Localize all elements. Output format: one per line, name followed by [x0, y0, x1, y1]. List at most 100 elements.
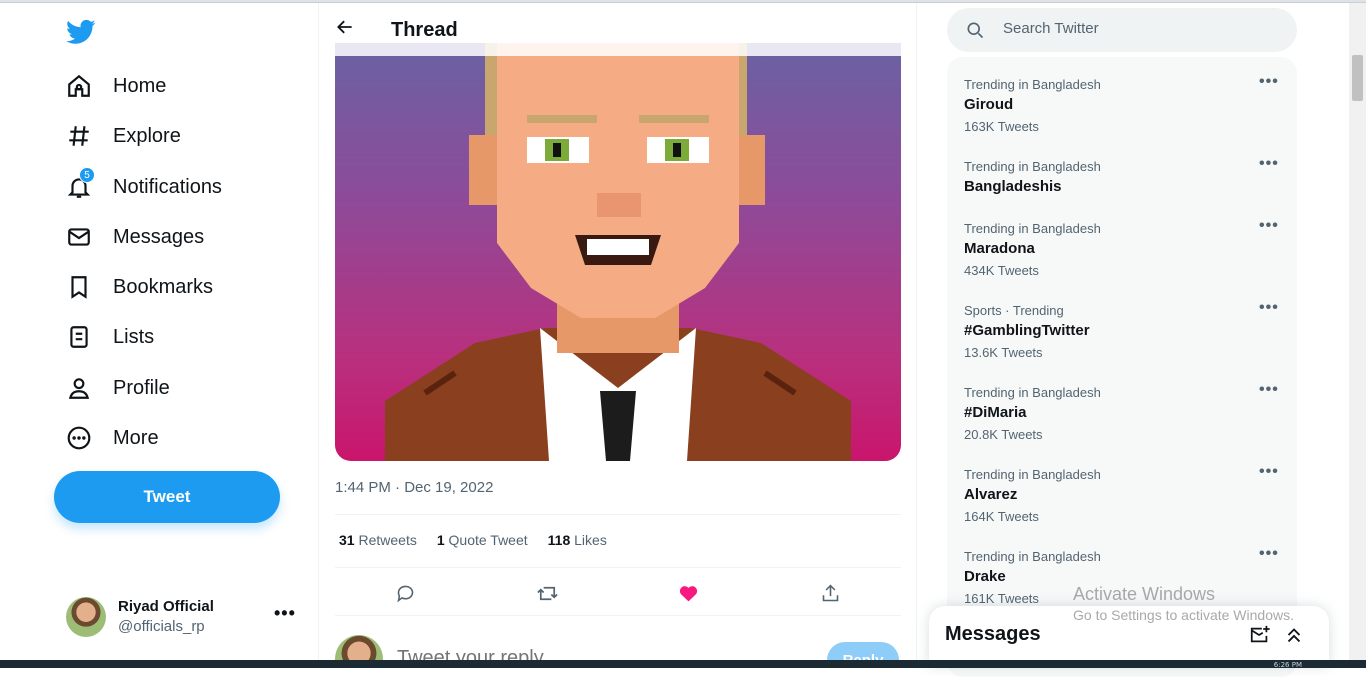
- divider: [335, 567, 901, 568]
- nav-more[interactable]: More: [64, 416, 159, 460]
- nav-profile[interactable]: Profile: [64, 366, 170, 410]
- tweet-button[interactable]: Tweet: [54, 471, 280, 523]
- trend-count: 20.8K Tweets: [964, 427, 1043, 442]
- nav-messages[interactable]: Messages: [64, 215, 204, 259]
- envelope-icon: [64, 222, 94, 252]
- trend-context: Trending in Bangladesh: [964, 385, 1101, 400]
- share-icon[interactable]: [812, 575, 848, 611]
- divider: [335, 514, 901, 515]
- person-icon: [64, 373, 94, 403]
- account-name: Riyad Official: [118, 598, 214, 615]
- list-icon: [64, 322, 94, 352]
- nav-label: More: [113, 426, 159, 449]
- twitter-bird-icon[interactable]: [66, 17, 96, 47]
- likes-stat[interactable]: 118 Likes: [548, 532, 607, 548]
- reply-button[interactable]: Reply: [827, 642, 899, 660]
- nav-label: Home: [113, 74, 167, 97]
- trend-name: #GamblingTwitter: [964, 322, 1090, 339]
- avatar: [335, 635, 383, 660]
- more-dots-icon[interactable]: •••: [1259, 545, 1279, 563]
- nav-label: Notifications: [113, 175, 222, 198]
- main-column: Thread 1:44 PM · Dec 19, 2022 31 Retweet…: [318, 3, 917, 660]
- pixel-art-portrait: [385, 43, 851, 461]
- more-dots-icon[interactable]: •••: [1259, 463, 1279, 481]
- reply-icon[interactable]: [388, 575, 424, 611]
- trend-name: Drake: [964, 568, 1006, 585]
- reply-input[interactable]: [397, 647, 797, 660]
- trend-context: Trending in Bangladesh: [964, 77, 1101, 92]
- page-title: Thread: [391, 19, 458, 41]
- page-scrollbar[interactable]: [1349, 3, 1366, 660]
- trend-name: Alvarez: [964, 486, 1018, 503]
- trend-item[interactable]: Trending in Bangladesh Giroud 163K Tweet…: [947, 65, 1297, 147]
- back-arrow-icon[interactable]: [335, 17, 359, 41]
- trend-count: 163K Tweets: [964, 119, 1039, 134]
- tweet-timestamp[interactable]: 1:44 PM · Dec 19, 2022: [335, 479, 493, 496]
- nav-label: Messages: [113, 225, 205, 248]
- more-dots-icon[interactable]: •••: [1259, 381, 1279, 399]
- notification-count-badge: 5: [79, 167, 95, 183]
- new-message-icon[interactable]: [1249, 624, 1271, 646]
- trend-name: Giroud: [964, 96, 1014, 113]
- more-dots-icon[interactable]: •••: [274, 603, 296, 624]
- trend-count: 161K Tweets: [964, 591, 1039, 606]
- avatar: [66, 597, 106, 637]
- messages-drawer-title: Messages: [945, 623, 1041, 645]
- trend-item[interactable]: Sports · Trending #GamblingTwitter 13.6K…: [947, 291, 1297, 373]
- retweet-icon[interactable]: [529, 575, 565, 611]
- nav-label: Bookmarks: [113, 275, 214, 298]
- bookmark-icon: [64, 272, 94, 302]
- trend-context: Trending in Bangladesh: [964, 159, 1101, 174]
- trend-count: 434K Tweets: [964, 263, 1039, 278]
- search-box[interactable]: [947, 8, 1297, 52]
- trend-context: Trending in Bangladesh: [964, 549, 1101, 564]
- home-icon: [64, 71, 94, 101]
- nav-explore[interactable]: Explore: [64, 114, 181, 158]
- trend-count: 13.6K Tweets: [964, 345, 1043, 360]
- tweet-stats: 31 Retweets 1 Quote Tweet 118 Likes: [339, 532, 607, 548]
- retweets-stat[interactable]: 31 Retweets: [339, 532, 417, 548]
- account-switcher[interactable]: Riyad Official @officials_rp •••: [64, 595, 304, 639]
- account-handle: @officials_rp: [118, 618, 205, 635]
- search-input[interactable]: [1003, 20, 1263, 37]
- nav-label: Profile: [113, 376, 170, 399]
- scrollbar-thumb[interactable]: [1352, 55, 1363, 101]
- nav-lists[interactable]: Lists: [64, 315, 154, 359]
- trend-context: Sports · Trending: [964, 303, 1064, 318]
- nav-notifications[interactable]: 5 Notifications: [64, 165, 222, 209]
- double-chevron-up-icon[interactable]: [1283, 624, 1305, 646]
- nav-bookmarks[interactable]: Bookmarks: [64, 265, 213, 309]
- search-icon: [965, 20, 985, 40]
- more-dots-icon[interactable]: •••: [1259, 155, 1279, 173]
- right-sidebar: Trending in Bangladesh Giroud 163K Tweet…: [917, 3, 1349, 677]
- quote-tweets-stat[interactable]: 1 Quote Tweet: [437, 532, 528, 548]
- left-sidebar: Home Explore 5 Notifications Messages Bo…: [0, 3, 318, 660]
- nav-home[interactable]: Home: [64, 64, 166, 108]
- bell-icon: 5: [64, 167, 95, 202]
- like-heart-icon[interactable]: [671, 575, 707, 611]
- reply-composer: Reply: [335, 633, 901, 660]
- divider: [335, 615, 901, 616]
- trend-name: Maradona: [964, 240, 1035, 257]
- hashtag-icon: [64, 121, 94, 151]
- messages-drawer[interactable]: Messages: [929, 606, 1329, 666]
- trend-item[interactable]: Trending in Bangladesh Maradona 434K Twe…: [947, 209, 1297, 291]
- thread-header: Thread: [319, 3, 916, 56]
- more-dots-icon[interactable]: •••: [1259, 73, 1279, 91]
- nav-label: Lists: [113, 325, 155, 348]
- more-circle-icon: [64, 423, 94, 453]
- tweet-actions: [335, 569, 901, 617]
- trend-count: 164K Tweets: [964, 509, 1039, 524]
- trend-context: Trending in Bangladesh: [964, 467, 1101, 482]
- trend-item[interactable]: Trending in Bangladesh #DiMaria 20.8K Tw…: [947, 373, 1297, 455]
- tweet-media-image[interactable]: [335, 43, 901, 461]
- trend-name: #DiMaria: [964, 404, 1027, 421]
- trends-panel: Trending in Bangladesh Giroud 163K Tweet…: [947, 57, 1297, 677]
- more-dots-icon[interactable]: •••: [1259, 217, 1279, 235]
- nav-label: Explore: [113, 124, 181, 147]
- trend-item[interactable]: Trending in Bangladesh Alvarez 164K Twee…: [947, 455, 1297, 537]
- os-taskbar: 6:26 PM: [0, 660, 1366, 669]
- trend-context: Trending in Bangladesh: [964, 221, 1101, 236]
- trend-name: Bangladeshis: [964, 178, 1062, 195]
- more-dots-icon[interactable]: •••: [1259, 299, 1279, 317]
